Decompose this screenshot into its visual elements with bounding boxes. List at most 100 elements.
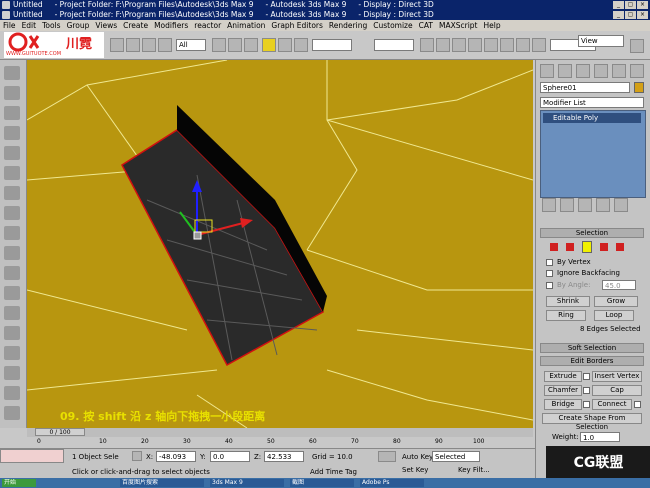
render-setup-icon[interactable] bbox=[516, 38, 530, 52]
by-angle-spinner[interactable]: 45.0 bbox=[602, 280, 636, 290]
pyramid-icon[interactable] bbox=[4, 286, 20, 300]
lock-selection-icon[interactable] bbox=[132, 451, 142, 461]
bridge-button[interactable]: Bridge bbox=[544, 399, 582, 410]
by-angle-checkbox[interactable] bbox=[546, 282, 553, 289]
menu-rendering[interactable]: Rendering bbox=[326, 20, 370, 31]
menu-graph-editors[interactable]: Graph Editors bbox=[268, 20, 326, 31]
start-button[interactable]: 开始 bbox=[2, 479, 36, 487]
time-slider[interactable]: 0 / 100 bbox=[35, 428, 85, 436]
snap-toggle-icon[interactable] bbox=[262, 38, 276, 52]
chamfer-settings-icon[interactable] bbox=[583, 387, 590, 394]
x-coordinate-field[interactable]: -48.093 bbox=[156, 451, 196, 462]
ref-coord-view-dropdown[interactable]: View bbox=[578, 35, 624, 47]
align-icon[interactable] bbox=[436, 38, 450, 52]
menu-create[interactable]: Create bbox=[120, 20, 151, 31]
object-name-field[interactable]: Sphere01 bbox=[540, 82, 630, 93]
helper-icon[interactable] bbox=[4, 386, 20, 400]
add-time-tag-button[interactable]: Add Time Tag bbox=[310, 468, 357, 476]
ring-button[interactable]: Ring bbox=[546, 310, 586, 321]
connect-settings-icon[interactable] bbox=[634, 401, 641, 408]
selection-rollout-header[interactable]: Selection bbox=[540, 228, 644, 238]
motion-tab-icon[interactable] bbox=[594, 64, 608, 78]
modifier-list-dropdown[interactable]: Modifier List bbox=[540, 97, 644, 108]
curve-editor-icon[interactable] bbox=[468, 38, 482, 52]
box-icon[interactable] bbox=[4, 166, 20, 180]
utilities-tab-icon[interactable] bbox=[630, 64, 644, 78]
extrude-settings-icon[interactable] bbox=[583, 373, 590, 380]
create-tab-icon[interactable] bbox=[540, 64, 554, 78]
vertex-mode-icon[interactable] bbox=[550, 243, 558, 251]
make-unique-icon[interactable] bbox=[578, 198, 592, 212]
spacewarp-icon[interactable] bbox=[4, 406, 20, 420]
menu-file[interactable]: File bbox=[0, 20, 19, 31]
key-icon[interactable] bbox=[378, 451, 396, 462]
edit-borders-rollout-header[interactable]: Edit Borders bbox=[540, 356, 644, 366]
modify-tab-icon[interactable] bbox=[558, 64, 572, 78]
grow-button[interactable]: Grow bbox=[594, 296, 638, 307]
maximize-button[interactable]: ▢ bbox=[625, 11, 636, 19]
undo-icon[interactable] bbox=[4, 66, 20, 80]
tube-icon[interactable] bbox=[4, 266, 20, 280]
stack-item-editable-poly[interactable]: Editable Poly bbox=[543, 113, 641, 123]
cone-icon[interactable] bbox=[4, 246, 20, 260]
chamfer-button[interactable]: Chamfer bbox=[544, 385, 582, 396]
maximize-button[interactable]: ▢ bbox=[625, 1, 636, 9]
menu-cat[interactable]: CAT bbox=[416, 20, 436, 31]
bind-space-warp-icon[interactable] bbox=[4, 146, 20, 160]
select-move-icon[interactable] bbox=[158, 38, 172, 52]
pin-stack-icon[interactable] bbox=[542, 198, 556, 212]
y-coordinate-field[interactable]: 0.0 bbox=[210, 451, 250, 462]
select-scale-icon[interactable] bbox=[228, 38, 242, 52]
named-selection-dropdown[interactable] bbox=[312, 39, 352, 51]
sphere-icon[interactable] bbox=[4, 186, 20, 200]
insert-vertex-button[interactable]: Insert Vertex bbox=[592, 371, 642, 382]
create-shape-button[interactable]: Create Shape From Selection bbox=[542, 413, 642, 431]
torus-icon[interactable] bbox=[4, 226, 20, 240]
layer-manager-icon[interactable] bbox=[452, 38, 466, 52]
z-coordinate-field[interactable]: 42.533 bbox=[264, 451, 304, 462]
taskbar-item[interactable]: 百度图片搜索 bbox=[120, 479, 204, 487]
perspective-viewport[interactable] bbox=[27, 60, 533, 428]
quick-render-icon[interactable] bbox=[532, 38, 546, 52]
extrude-button[interactable]: Extrude bbox=[544, 371, 582, 382]
auto-key-label[interactable]: Auto Key bbox=[402, 453, 433, 461]
render-last-icon[interactable] bbox=[630, 39, 644, 53]
menu-views[interactable]: Views bbox=[92, 20, 120, 31]
cylinder-icon[interactable] bbox=[4, 206, 20, 220]
select-rotate-icon[interactable] bbox=[212, 38, 226, 52]
unlink-icon[interactable] bbox=[4, 126, 20, 140]
close-button[interactable]: × bbox=[637, 11, 648, 19]
remove-modifier-icon[interactable] bbox=[596, 198, 610, 212]
element-mode-icon[interactable] bbox=[616, 243, 624, 251]
menu-reactor[interactable]: reactor bbox=[191, 20, 224, 31]
by-vertex-checkbox[interactable] bbox=[546, 259, 553, 266]
bridge-settings-icon[interactable] bbox=[583, 401, 590, 408]
key-mode-dropdown[interactable]: Selected bbox=[432, 451, 480, 462]
menu-maxscript[interactable]: MAXScript bbox=[436, 20, 481, 31]
taskbar-item[interactable]: 3ds Max 9 bbox=[210, 479, 284, 487]
material-editor-icon[interactable] bbox=[500, 38, 514, 52]
display-tab-icon[interactable] bbox=[612, 64, 626, 78]
selection-filter-dropdown[interactable]: All bbox=[176, 39, 206, 51]
redo-icon[interactable] bbox=[4, 86, 20, 100]
ignore-backfacing-checkbox[interactable] bbox=[546, 270, 553, 277]
menu-help[interactable]: Help bbox=[480, 20, 503, 31]
cap-button[interactable]: Cap bbox=[592, 385, 642, 396]
menu-tools[interactable]: Tools bbox=[39, 20, 63, 31]
minimize-button[interactable]: _ bbox=[613, 1, 624, 9]
edge-mode-icon[interactable] bbox=[566, 243, 574, 251]
hierarchy-tab-icon[interactable] bbox=[576, 64, 590, 78]
mirror-icon[interactable] bbox=[420, 38, 434, 52]
set-key-label[interactable]: Set Key bbox=[402, 466, 428, 474]
menu-modifiers[interactable]: Modifiers bbox=[151, 20, 191, 31]
border-mode-icon[interactable] bbox=[582, 241, 592, 253]
select-icon[interactable] bbox=[110, 38, 124, 52]
teapot-icon[interactable] bbox=[4, 326, 20, 340]
minimize-button[interactable]: _ bbox=[613, 11, 624, 19]
ref-coord-dropdown[interactable] bbox=[374, 39, 414, 51]
light-icon[interactable] bbox=[4, 346, 20, 360]
menu-customize[interactable]: Customize bbox=[370, 20, 415, 31]
configure-sets-icon[interactable] bbox=[614, 198, 628, 212]
plane-icon[interactable] bbox=[4, 306, 20, 320]
pivot-icon[interactable] bbox=[244, 38, 258, 52]
